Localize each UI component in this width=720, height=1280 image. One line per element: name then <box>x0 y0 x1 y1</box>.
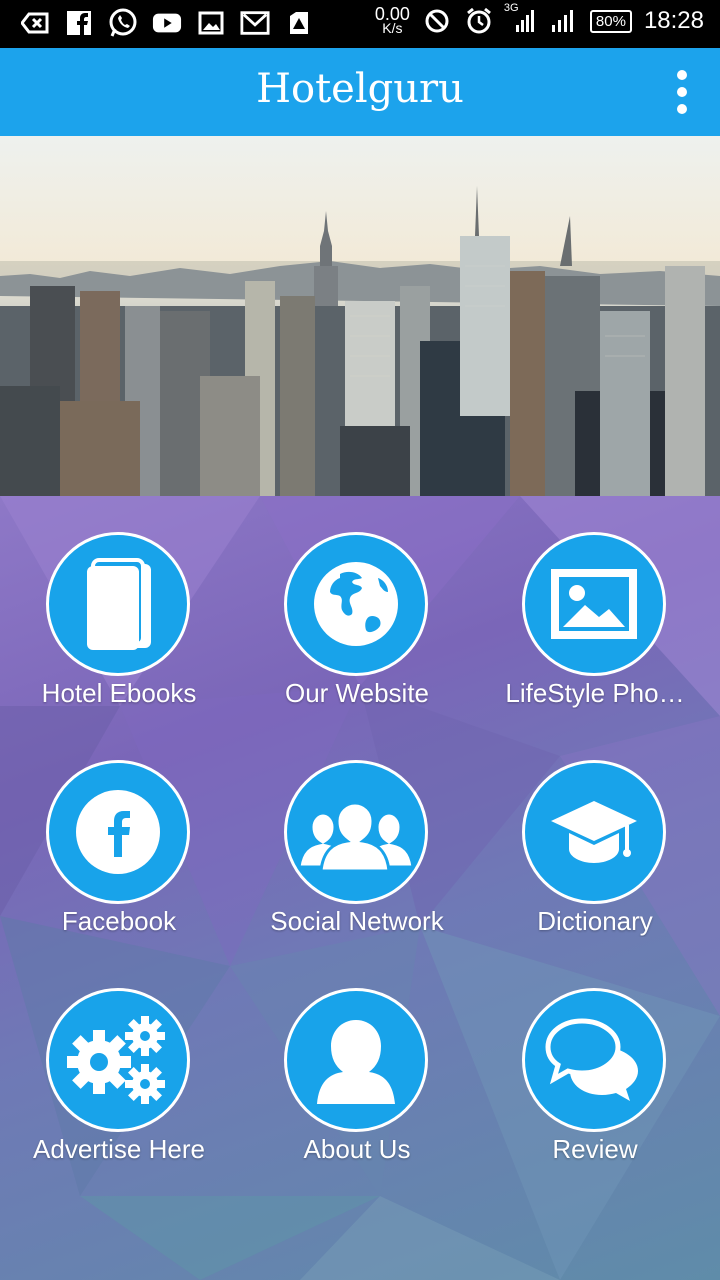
youtube-icon <box>152 8 182 38</box>
system-icons: 0.00 K/s 3G 80% 18:28 <box>374 2 704 36</box>
graduation-cap-icon <box>522 760 666 904</box>
menu-item-advertise-here[interactable]: Advertise Here <box>0 952 238 1180</box>
gallery-icon <box>196 8 226 38</box>
hero-banner-image <box>0 136 720 496</box>
menu-item-label: Dictionary <box>537 906 653 936</box>
overflow-dot <box>677 87 687 97</box>
overflow-menu-button[interactable] <box>674 70 690 114</box>
group-icon <box>284 760 428 904</box>
gears-icon <box>46 988 190 1132</box>
gmail-icon <box>240 8 270 38</box>
signal-icon <box>548 6 578 36</box>
facebook-notification-icon <box>64 8 94 38</box>
menu-item-label: Review <box>552 1134 638 1164</box>
menu-item-label: Facebook <box>61 906 177 936</box>
city-skyline-illustration <box>0 136 720 496</box>
menu-item-dictionary[interactable]: Dictionary <box>476 724 714 952</box>
backspace-icon <box>20 8 50 38</box>
menu-item-facebook[interactable]: Facebook <box>0 724 238 952</box>
globe-icon <box>284 532 428 676</box>
facebook-icon <box>46 760 190 904</box>
whatsapp-icon <box>108 8 138 38</box>
alarm-icon <box>464 6 494 36</box>
image-icon <box>522 532 666 676</box>
alert-icon <box>284 8 314 38</box>
menu-grid: Hotel Ebooks Our Website LifeStyle Pho… … <box>0 496 720 1280</box>
overflow-dot <box>677 104 687 114</box>
book-icon <box>46 532 190 676</box>
app-bar: Hotelguru <box>0 48 720 136</box>
chat-bubbles-icon <box>522 988 666 1132</box>
menu-item-label: Hotel Ebooks <box>41 678 197 708</box>
menu-item-label: LifeStyle Pho… <box>505 678 685 708</box>
signal-3g-icon: 3G <box>504 2 536 36</box>
app-title: Hotelguru <box>256 66 464 112</box>
menu-item-about-us[interactable]: About Us <box>238 952 476 1180</box>
person-icon <box>284 988 428 1132</box>
menu-item-our-website[interactable]: Our Website <box>238 496 476 724</box>
notification-icons <box>20 8 314 38</box>
clock: 18:28 <box>643 7 704 34</box>
menu-item-label: Social Network <box>270 906 444 936</box>
menu-item-label: About Us <box>303 1134 411 1164</box>
overflow-dot <box>677 70 687 80</box>
status-bar: 0.00 K/s 3G 80% 18:28 <box>0 0 720 48</box>
menu-item-label: Our Website <box>284 678 429 708</box>
menu-item-lifestyle-photos[interactable]: LifeStyle Pho… <box>476 496 714 724</box>
menu-item-review[interactable]: Review <box>476 952 714 1180</box>
menu-item-label: Advertise Here <box>33 1134 205 1164</box>
speed-value: 0.00 <box>374 4 410 24</box>
network-type: 3G <box>503 2 519 14</box>
speed-unit: K/s <box>382 20 403 36</box>
battery-indicator: 80% <box>589 9 632 33</box>
do-not-disturb-icon <box>422 6 452 36</box>
network-speed: 0.00 K/s <box>374 4 410 36</box>
menu-item-hotel-ebooks[interactable]: Hotel Ebooks <box>0 496 238 724</box>
menu-item-social-network[interactable]: Social Network <box>238 724 476 952</box>
